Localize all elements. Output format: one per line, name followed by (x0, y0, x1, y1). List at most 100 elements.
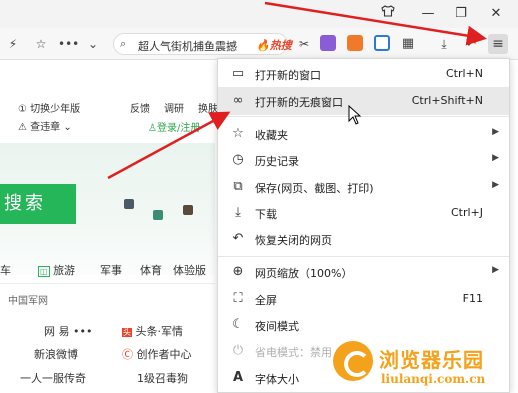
survey-link[interactable]: 调研 (164, 100, 184, 115)
plug-icon: ⏻ (232, 343, 244, 358)
search-button[interactable]: 搜索 (0, 184, 76, 224)
fullscreen-icon: ⛶ (233, 291, 243, 306)
site-link-toutiao-label: 头条·军情 (135, 325, 184, 338)
checkin-label: 查违章 (30, 122, 61, 133)
save-page-icon: ⧉ (233, 179, 243, 194)
category-military[interactable]: 军事 (100, 262, 122, 278)
menu-item-label: 恢复关闭的网页 (255, 234, 332, 247)
menu-item-downloads[interactable]: ⤓ 下载 Ctrl+J (218, 199, 509, 227)
star-icon: ☆ (232, 126, 244, 141)
menu-icon[interactable]: ≡ (488, 34, 508, 54)
watermark-logo-icon (333, 341, 373, 381)
menu-item-history[interactable]: ◷ 历史记录 ▶ (218, 146, 509, 174)
creator-icon: Ⓒ (122, 348, 133, 361)
login-link[interactable]: ♙登录/注册 (148, 119, 200, 134)
menu-item-label: 省电模式：禁用 (255, 346, 332, 359)
title-bar: — ❐ ✕ (0, 0, 518, 28)
banner-figure (124, 199, 134, 209)
checkin-link[interactable]: ⚠ 查违章 ⌄ (18, 118, 72, 133)
menu-item-favorites[interactable]: ☆ 收藏夹 ▶ (218, 120, 509, 148)
submenu-arrow-icon: ▶ (492, 127, 499, 137)
restore-icon: ↶ (232, 231, 244, 246)
star-icon[interactable]: ☆ (33, 35, 49, 53)
category-sports[interactable]: 体育 (140, 262, 162, 278)
menu-item-shortcut: Ctrl+N (445, 67, 483, 80)
watermark-url: liulanqi.com.cn (381, 372, 486, 386)
search-icon: ⌕ (120, 37, 127, 50)
address-bar[interactable]: ⌕ 超人气街机捕鱼震撼 🔥热搜 (113, 33, 292, 55)
moon-icon: ☾ (232, 317, 244, 332)
translate-extension-icon[interactable] (320, 35, 336, 51)
menu-item-label: 网页缩放（100%） (255, 267, 353, 280)
site-link-toutiao[interactable]: 头 头条·军情 (122, 323, 183, 339)
scissors-icon[interactable]: ✂ (296, 35, 312, 53)
youth-switch-label: 切换少年版 (30, 104, 81, 115)
banner-figure (183, 205, 193, 215)
toutiao-icon: 头 (122, 328, 132, 337)
menu-item-shortcut: F11 (462, 292, 483, 305)
menu-item-save[interactable]: ⧉ 保存(网页、截图、打印) ▶ (218, 173, 509, 201)
category-travel-label: 旅游 (53, 264, 76, 277)
menu-item-new-incognito-window[interactable]: ∞ 打开新的无痕窗口 Ctrl+Shift+N (218, 87, 509, 115)
divider (0, 283, 215, 284)
site-link-game[interactable]: 1级召毒狗 (137, 370, 188, 386)
tshirt-icon[interactable] (376, 4, 400, 24)
menu-item-label: 收藏夹 (255, 129, 288, 142)
category-car[interactable]: 车 (0, 262, 11, 278)
submenu-arrow-icon: ▶ (492, 265, 499, 275)
hot-badge[interactable]: 🔥热搜 (256, 37, 292, 53)
toolbar: ⚡ ☆ ••• ⌄ ⌕ 超人气街机捕鱼震撼 🔥热搜 ✂ ▦ ⤓ ↶ ≡ (0, 28, 518, 60)
menu-item-label: 历史记录 (255, 155, 299, 168)
menu-item-label: 全屏 (255, 294, 277, 307)
history-icon: ◷ (232, 152, 244, 167)
category-travel[interactable]: ◫ 旅游 (38, 262, 75, 278)
submenu-arrow-icon: ▶ (492, 153, 499, 163)
banner-figure (153, 210, 163, 220)
site-link-legend[interactable]: 一人一服传奇 (20, 370, 86, 386)
font-size-icon: A (232, 370, 244, 385)
travel-icon: ◫ (38, 266, 50, 277)
menu-item-new-window[interactable]: ▭ 打开新的窗口 Ctrl+N (218, 60, 509, 88)
undo-icon[interactable]: ↶ (463, 35, 479, 53)
site-link-creator[interactable]: Ⓒ 创作者中心 (122, 346, 192, 362)
menu-item-label: 夜间模式 (255, 320, 299, 333)
reader-extension-icon[interactable] (374, 35, 390, 51)
close-button[interactable]: ✕ (484, 4, 508, 24)
menu-item-label: 下载 (255, 208, 277, 221)
menu-item-restore-closed[interactable]: ↶ 恢复关闭的网页 (218, 225, 509, 253)
incognito-icon: ∞ (232, 93, 244, 108)
menu-separator (218, 256, 509, 257)
login-label: 登录/注册 (156, 123, 201, 134)
new-window-icon: ▭ (231, 66, 245, 81)
site-link-weibo[interactable]: 新浪微博 (34, 346, 78, 362)
lightning-icon[interactable]: ⚡ (6, 35, 20, 53)
section-title: 中国军网 (8, 296, 48, 307)
menu-item-fullscreen[interactable]: ⛶ 全屏 F11 (218, 285, 509, 313)
hero-banner: 搜索 (0, 143, 215, 275)
chevron-down-icon[interactable]: ⌄ (86, 35, 100, 53)
address-text: 超人气街机捕鱼震撼 (138, 40, 237, 53)
game-extension-icon[interactable] (347, 35, 363, 51)
menu-separator (218, 116, 509, 117)
menu-item-night-mode[interactable]: ☾ 夜间模式 (218, 311, 509, 339)
download-icon: ⤓ (235, 205, 241, 220)
skin-link[interactable]: 换肤 (198, 100, 218, 115)
download-icon[interactable]: ⤓ (436, 35, 452, 53)
restore-button[interactable]: ❐ (449, 4, 473, 24)
menu-item-label: 打开新的窗口 (255, 69, 321, 82)
more-icon[interactable]: ••• (58, 35, 79, 53)
menu-item-zoom[interactable]: ⊕ 网页缩放（100%） ▶ (218, 258, 509, 286)
category-beta[interactable]: 体验版 (173, 262, 206, 278)
feedback-link[interactable]: 反馈 (130, 100, 150, 115)
zoom-icon: ⊕ (232, 264, 244, 279)
youth-switch-link[interactable]: ① 切换少年版 (18, 100, 80, 115)
watermark: 浏览器乐园 liulanqi.com.cn (333, 338, 513, 390)
minimize-button[interactable]: — (416, 4, 440, 24)
site-link-netease[interactable]: 网 易 ••• (44, 323, 92, 339)
submenu-arrow-icon: ▶ (492, 180, 499, 190)
apps-icon[interactable]: ▦ (400, 35, 416, 53)
menu-item-shortcut: Ctrl+Shift+N (411, 94, 483, 107)
site-link-creator-label: 创作者中心 (136, 348, 192, 361)
menu-item-label: 保存(网页、截图、打印) (255, 182, 374, 195)
menu-item-shortcut: Ctrl+J (450, 206, 483, 219)
